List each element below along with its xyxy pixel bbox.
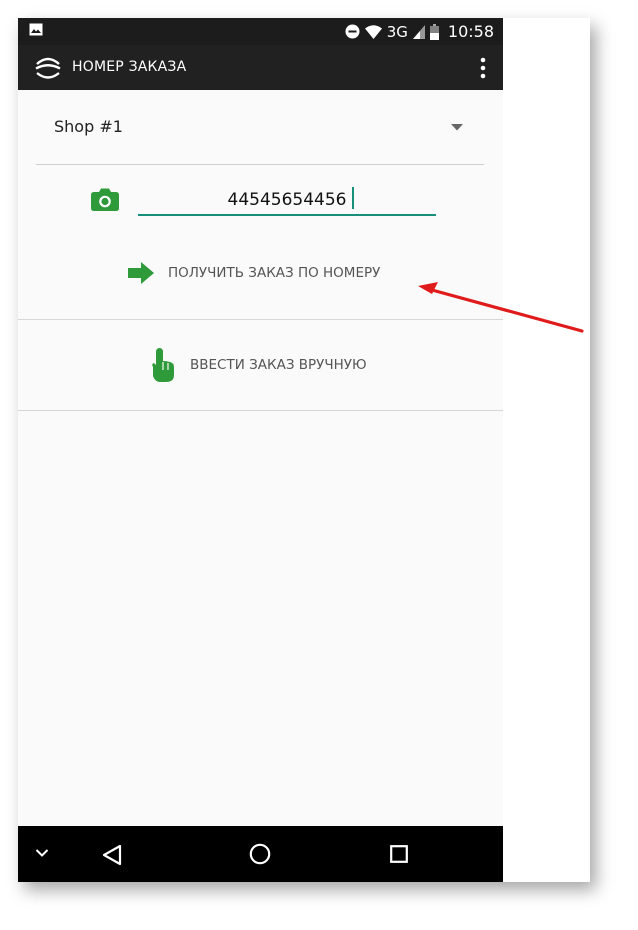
wifi-icon xyxy=(364,24,382,39)
navigation-bar xyxy=(18,826,503,882)
recents-icon[interactable] xyxy=(390,845,408,863)
page-title: НОМЕР ЗАКАЗА xyxy=(72,59,187,75)
annotation-arrow xyxy=(418,282,584,333)
app-bar: НОМЕР ЗАКАЗА xyxy=(18,45,503,90)
arrow-right-icon xyxy=(128,262,154,284)
status-icons: 3G 10:58 xyxy=(345,18,494,45)
status-bar: 3G 10:58 xyxy=(18,18,503,45)
network-type: 3G xyxy=(386,22,408,41)
battery-icon xyxy=(429,23,439,40)
clock: 10:58 xyxy=(447,22,494,41)
app-logo-icon xyxy=(35,57,61,79)
overflow-menu-icon[interactable] xyxy=(479,57,487,79)
do-not-disturb-icon xyxy=(345,24,360,39)
back-icon[interactable] xyxy=(102,844,122,866)
image-icon xyxy=(29,23,43,36)
text-cursor xyxy=(352,187,354,209)
phone-screen: 3G 10:58 НОМЕР ЗАКАЗА Shop #1 4454565445… xyxy=(18,18,503,882)
signal-icon xyxy=(412,24,425,39)
camera-icon[interactable] xyxy=(91,188,119,211)
chevron-down-icon[interactable] xyxy=(35,848,49,858)
manual-entry-label: ВВЕСТИ ЗАКАЗ ВРУЧНУЮ xyxy=(190,357,367,373)
touch-hand-icon xyxy=(152,348,174,382)
get-order-label: ПОЛУЧИТЬ ЗАКАЗ ПО НОМЕРУ xyxy=(168,265,381,281)
dropdown-arrow-icon xyxy=(451,124,463,131)
home-icon[interactable] xyxy=(249,843,271,865)
shop-select[interactable]: Shop #1 xyxy=(36,90,484,165)
order-number-input[interactable] xyxy=(138,185,436,216)
shop-selected-value: Shop #1 xyxy=(54,117,123,136)
